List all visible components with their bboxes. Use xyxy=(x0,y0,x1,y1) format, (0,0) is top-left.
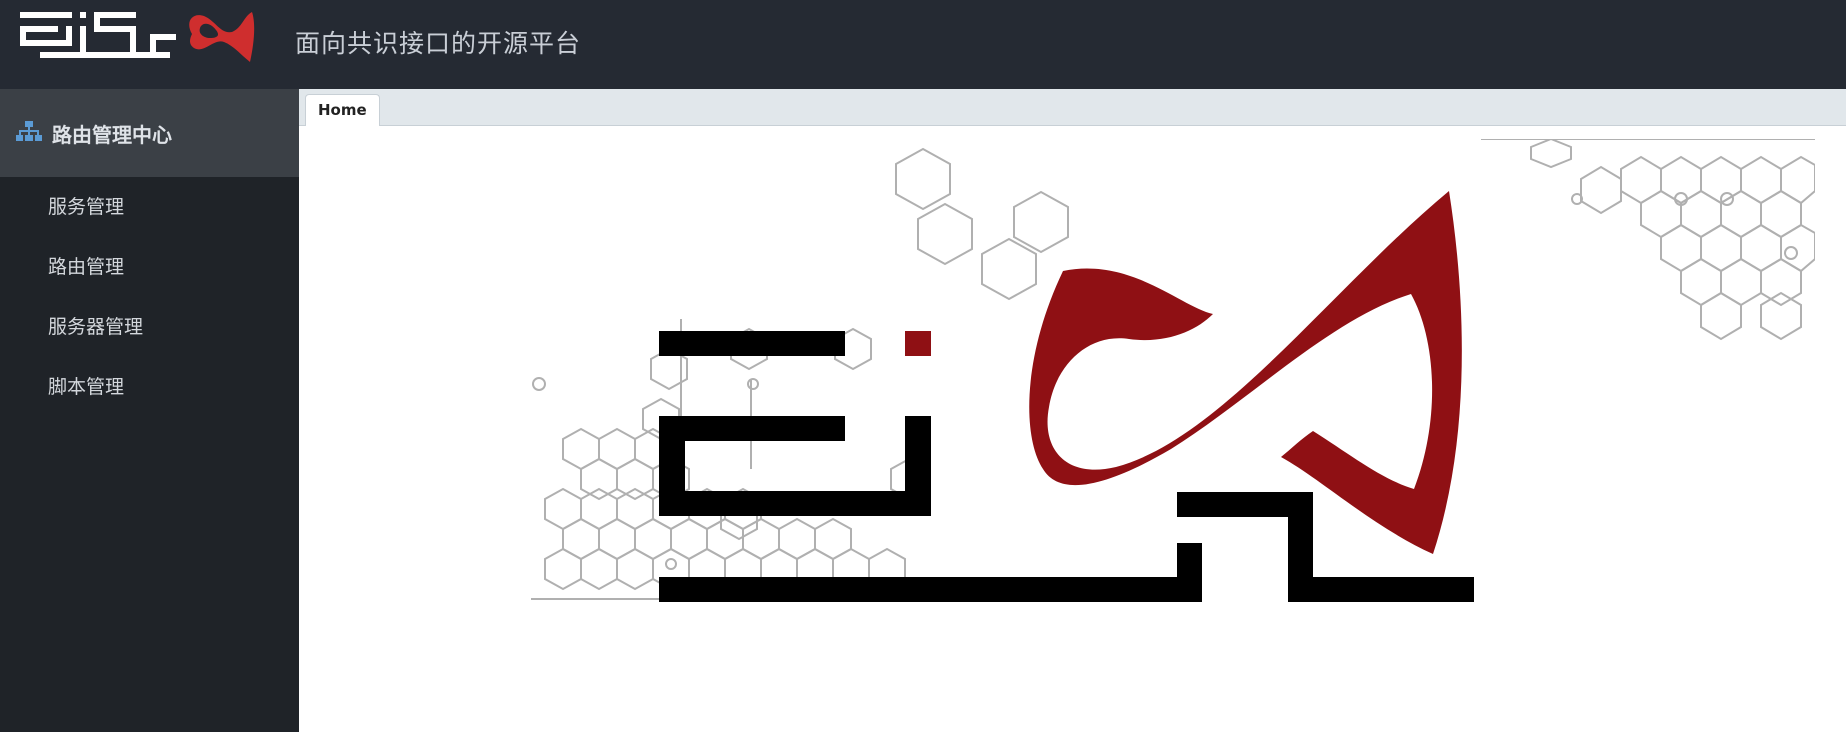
main-content xyxy=(299,126,1846,732)
sitemap-icon xyxy=(16,121,42,141)
header-subtitle: 面向共识接口的开源平台 xyxy=(295,29,582,58)
eisl-hero-logo-icon xyxy=(531,139,1815,602)
sidebar-section-title: 路由管理中心 xyxy=(52,123,172,147)
hex-cluster-top-decoration xyxy=(895,147,1069,301)
sidebar-item-server-management[interactable]: 服务器管理 xyxy=(0,297,299,357)
top-header: 面向共识接口的开源平台 xyxy=(0,0,1846,89)
eisl-logo-icon[interactable] xyxy=(20,4,256,66)
sidebar-section-header[interactable]: 路由管理中心 xyxy=(0,89,299,177)
tab-bar: Home xyxy=(299,89,1846,126)
sidebar-item-script-management[interactable]: 脚本管理 xyxy=(0,357,299,417)
hex-network-right-decoration xyxy=(1481,139,1815,341)
sidebar-item-route-management[interactable]: 路由管理 xyxy=(0,237,299,297)
sidebar-item-service-management[interactable]: 服务管理 xyxy=(0,177,299,237)
sidebar-menu: 服务管理 路由管理 服务器管理 脚本管理 xyxy=(0,177,299,417)
tab-home[interactable]: Home xyxy=(305,94,380,126)
hex-network-left-decoration xyxy=(531,319,928,600)
sidebar: 路由管理中心 服务管理 路由管理 服务器管理 脚本管理 xyxy=(0,89,299,732)
